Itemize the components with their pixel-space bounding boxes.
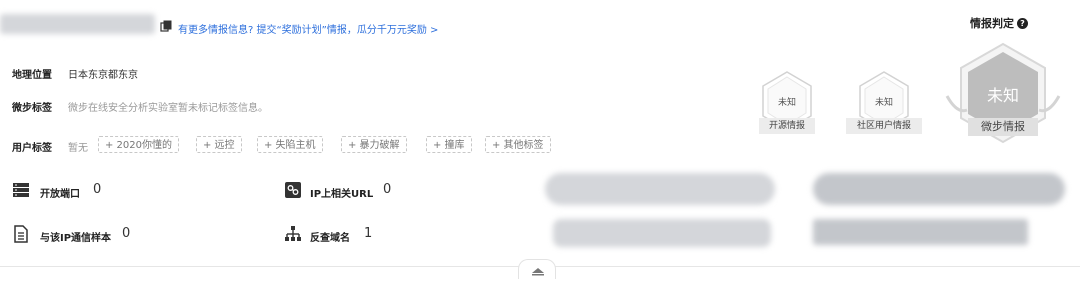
add-tag-remote-control[interactable]: + 远控	[196, 136, 242, 153]
add-tag-other[interactable]: + 其他标签	[485, 136, 551, 153]
redacted-info-2	[553, 219, 771, 247]
open-source-label: 开源情报	[759, 118, 815, 134]
reward-plan-link[interactable]: 有更多情报信息? 提交“奖励计划”情报，瓜分千万元奖励 >	[178, 21, 438, 36]
user-tag-label: 用户标签	[12, 143, 52, 154]
redacted-info-4	[813, 219, 1028, 245]
add-tag-2020[interactable]: + 2020你懂的	[98, 136, 180, 153]
weibu-label: 微步情报	[968, 118, 1038, 136]
weibu-tag-value: 微步在线安全分析实验室暂未标记标签信息。	[68, 103, 268, 114]
weibu-tag-label: 微步标签	[12, 103, 52, 114]
user-tag-value: 暂无	[68, 143, 88, 154]
add-tag-compromised-host[interactable]: + 失陷主机	[257, 136, 323, 153]
location-value: 日本东京都东京	[68, 70, 138, 81]
redacted-info-1	[545, 173, 775, 205]
community-status: 未知	[874, 98, 893, 108]
comm-samples-label: 与该IP通信样本	[40, 233, 112, 244]
reverse-domains-count[interactable]: 1	[364, 226, 372, 241]
add-tag-credential-stuffing[interactable]: + 撞库	[426, 136, 472, 153]
ip-urls-count[interactable]: 0	[383, 182, 391, 197]
open-source-status: 未知	[777, 98, 796, 108]
document-icon	[14, 225, 28, 243]
collapse-button[interactable]	[518, 259, 556, 279]
question-icon[interactable]: ?	[1017, 18, 1028, 29]
network-icon	[285, 226, 301, 241]
comm-samples-count[interactable]: 0	[122, 226, 130, 241]
server-icon	[13, 183, 29, 197]
link-icon	[285, 182, 301, 198]
location-label: 地理位置	[12, 70, 52, 81]
verdict-title: 情报判定	[970, 17, 1014, 30]
redacted-info-3	[813, 173, 1065, 205]
ip-address-redacted	[0, 14, 155, 34]
copy-icon[interactable]	[160, 20, 172, 32]
verdict-header: 情报判定?	[970, 12, 1028, 31]
open-ports-label: 开放端口	[40, 189, 80, 200]
chevron-up-icon	[532, 268, 544, 276]
ip-urls-label: IP上相关URL	[310, 189, 374, 200]
weibu-status: 未知	[986, 86, 1019, 105]
reverse-domains-label: 反查域名	[310, 233, 350, 244]
add-tag-brute-force[interactable]: + 暴力破解	[341, 136, 407, 153]
community-label: 社区用户情报	[846, 118, 922, 134]
open-ports-count[interactable]: 0	[93, 182, 101, 197]
